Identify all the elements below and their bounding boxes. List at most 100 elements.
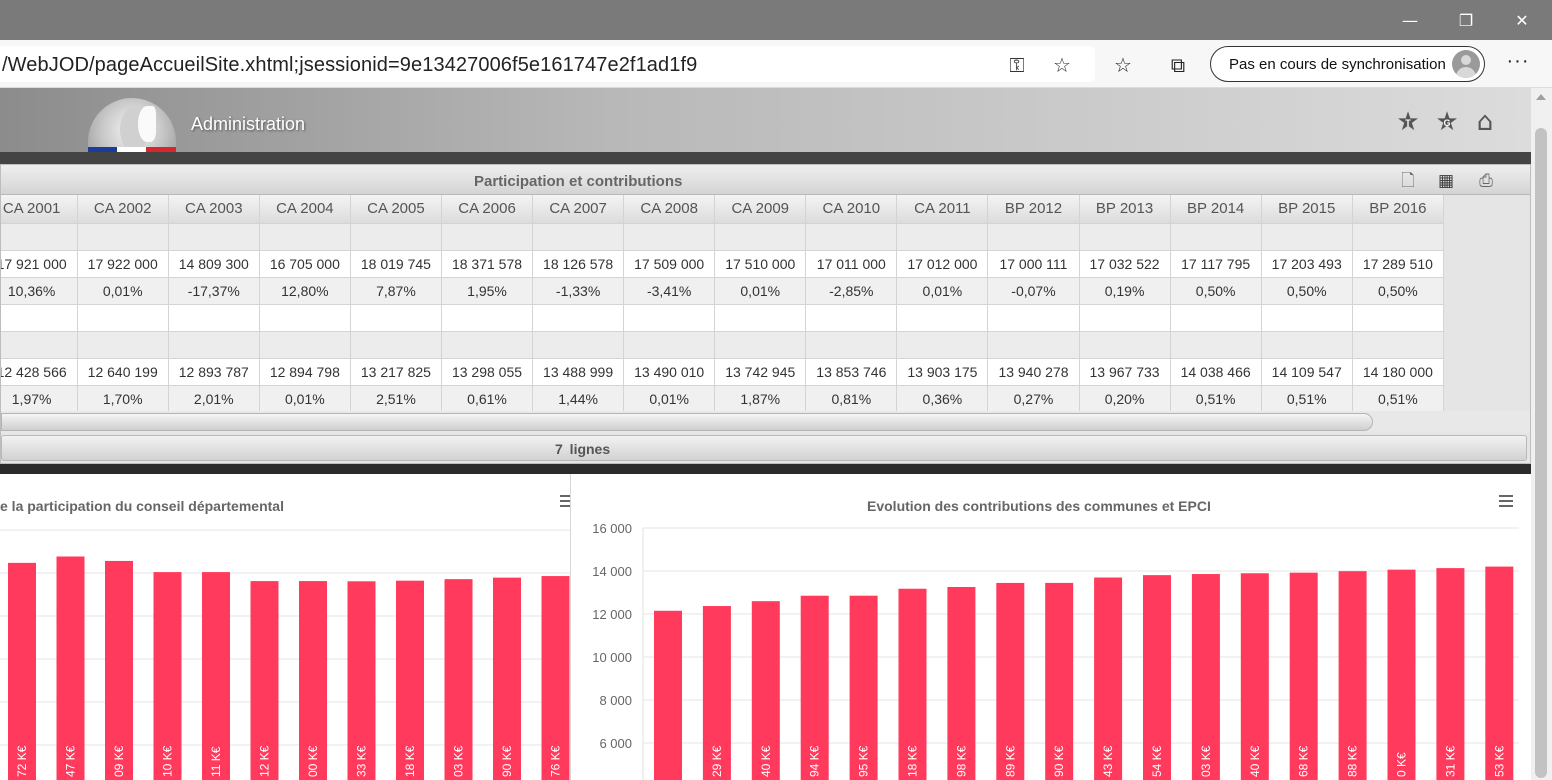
table-cell: 13 488 999 (532, 358, 625, 386)
table-hscrollbar[interactable] (1, 411, 1530, 433)
address-url[interactable]: /WebJOD/pageAccueilSite.xhtml;jsessionid… (2, 54, 697, 77)
table-cell: 0,51% (1352, 385, 1445, 413)
add-favorite-icon[interactable]: ☆ (1049, 52, 1075, 78)
table-cell: 0,01% (623, 385, 716, 413)
table-cell (532, 331, 625, 359)
collections-icon[interactable]: ⧉ (1164, 52, 1192, 78)
key-icon[interactable]: ⚿ (1004, 52, 1030, 78)
address-bar[interactable]: /WebJOD/pageAccueilSite.xhtml;jsessionid… (0, 46, 1095, 82)
close-icon[interactable]: ✕ (1494, 0, 1550, 40)
table-cell: 0,61% (441, 385, 534, 413)
table-cell: 13 940 278 (987, 358, 1080, 386)
row-count: 7 lignes (555, 441, 611, 457)
table-cell: 2,51% (350, 385, 442, 413)
data-label: 88 K€ (1346, 745, 1360, 777)
table-cell: 17 032 522 (1079, 250, 1171, 278)
table-row: 1,97% 1,70% 2,01% 0,01% 2,51% 0,61% 1,44% 0,01%… (1, 385, 1445, 413)
data-label: 31 K€ (1443, 745, 1457, 777)
excel-icon[interactable]: ▦ (1435, 170, 1457, 192)
bar[interactable] (654, 610, 682, 780)
site-header: Administration ★ T ★ G ⌂ (0, 88, 1531, 152)
star-g-icon[interactable]: ★ G (1433, 108, 1461, 136)
table-cell (1261, 223, 1353, 251)
column-header[interactable]: BP 2014 (1170, 195, 1262, 224)
panel-title: Participation et contributions (474, 173, 683, 190)
data-label: 29 K€ (710, 745, 724, 777)
table-cell (896, 331, 989, 359)
data-table: CA 2001 CA 2002 CA 2003 CA 2004 CA 2005 CA 20… (1, 195, 1445, 413)
column-header[interactable]: BP 2013 (1079, 195, 1171, 224)
scroll-up-icon[interactable] (1536, 94, 1546, 100)
column-header[interactable]: CA 2006 (441, 195, 534, 224)
browser-toolbar: /WebJOD/pageAccueilSite.xhtml;jsessionid… (0, 40, 1552, 88)
table-cell: 13 217 825 (350, 358, 442, 386)
table-cell: 0,50% (1352, 277, 1445, 305)
table-cell: 1,70% (77, 385, 169, 413)
maximize-icon[interactable]: ❐ (1438, 0, 1494, 40)
table-cell (259, 304, 351, 332)
y-tick-label: 8 000 (599, 693, 632, 708)
table-cell: -17,37% (168, 277, 260, 305)
column-header[interactable]: CA 2010 (805, 195, 898, 224)
table-cell: 12 894 798 (259, 358, 351, 386)
column-header[interactable]: BP 2016 (1352, 195, 1445, 224)
column-header[interactable]: CA 2004 (259, 195, 351, 224)
table-cell: 1,87% (714, 385, 807, 413)
column-header[interactable]: CA 2011 (896, 195, 989, 224)
scrollbar-thumb[interactable] (1535, 128, 1547, 778)
column-header[interactable]: CA 2007 (532, 195, 625, 224)
chart-contributions: 16 000 14 000 12 000 10 000 8 000 6 000 29 K€ 4… (571, 474, 1531, 780)
home-icon[interactable]: ⌂ (1470, 108, 1500, 136)
column-header[interactable]: CA 2002 (77, 195, 169, 224)
table-cell (532, 223, 625, 251)
column-header[interactable]: CA 2003 (168, 195, 260, 224)
y-tick-label: 6 000 (599, 736, 632, 751)
table-cell (1, 223, 78, 251)
data-label: 95 K€ (857, 745, 871, 777)
table-cell (259, 331, 351, 359)
page-scrollbar[interactable] (1531, 88, 1552, 780)
site-title: Administration (191, 114, 306, 134)
y-tick-label: 12 000 (592, 607, 632, 622)
table-cell: 7,87% (350, 277, 442, 305)
column-header[interactable]: CA 2005 (350, 195, 442, 224)
table-cell: 17 289 510 (1352, 250, 1445, 278)
column-header[interactable]: CA 2009 (714, 195, 807, 224)
table-cell (987, 304, 1080, 332)
table-cell: 0,01% (77, 277, 169, 305)
table-cell: 10,36% (1, 277, 78, 305)
table-cell: 17 203 493 (1261, 250, 1353, 278)
data-label: 10 K€ (161, 745, 175, 777)
data-label: 43 K€ (1101, 745, 1115, 777)
chart-menu-icon[interactable] (1497, 492, 1515, 512)
table-cell (1352, 304, 1445, 332)
more-icon[interactable]: ··· (1503, 50, 1533, 78)
star-t-icon[interactable]: ★ T (1394, 108, 1422, 136)
data-label: 0 K€ (1395, 752, 1409, 777)
print-icon[interactable]: ⎙ (1475, 170, 1497, 192)
table-cell: 14 809 300 (168, 250, 260, 278)
minimize-icon[interactable]: — (1382, 0, 1438, 40)
data-label: 12 K€ (258, 745, 272, 777)
hscroll-thumb[interactable] (1, 413, 1373, 431)
table-cell: 17 921 000 (1, 250, 78, 278)
bar[interactable] (1387, 569, 1416, 780)
data-label: 90 K€ (1052, 745, 1066, 777)
chart-participation: 72 K€ 47 K€ 09 K€ 10 K€ 11 K€ 12 K€ 00 K€ 33 K€… (0, 474, 574, 780)
table-cell (987, 331, 1080, 359)
table-cell: -2,85% (805, 277, 898, 305)
data-label: 11 K€ (209, 746, 223, 777)
column-header[interactable]: CA 2001 (1, 195, 78, 224)
table-cell: 0,36% (896, 385, 989, 413)
column-header[interactable]: CA 2008 (623, 195, 716, 224)
table-cell: 0,27% (987, 385, 1080, 413)
sync-label: Pas en cours de synchronisation (1229, 56, 1446, 73)
table-row: 10,36% 0,01% -17,37% 12,80% 7,87% 1,95% -1,33%… (1, 277, 1445, 305)
favorites-icon[interactable]: ☆ (1109, 52, 1137, 78)
sync-button[interactable]: Pas en cours de synchronisation (1210, 46, 1485, 82)
pdf-icon[interactable]: 🗋 (1397, 170, 1419, 192)
header-divider (0, 152, 1531, 164)
column-header[interactable]: BP 2012 (987, 195, 1080, 224)
table-cell: -0,07% (987, 277, 1080, 305)
column-header[interactable]: BP 2015 (1261, 195, 1353, 224)
